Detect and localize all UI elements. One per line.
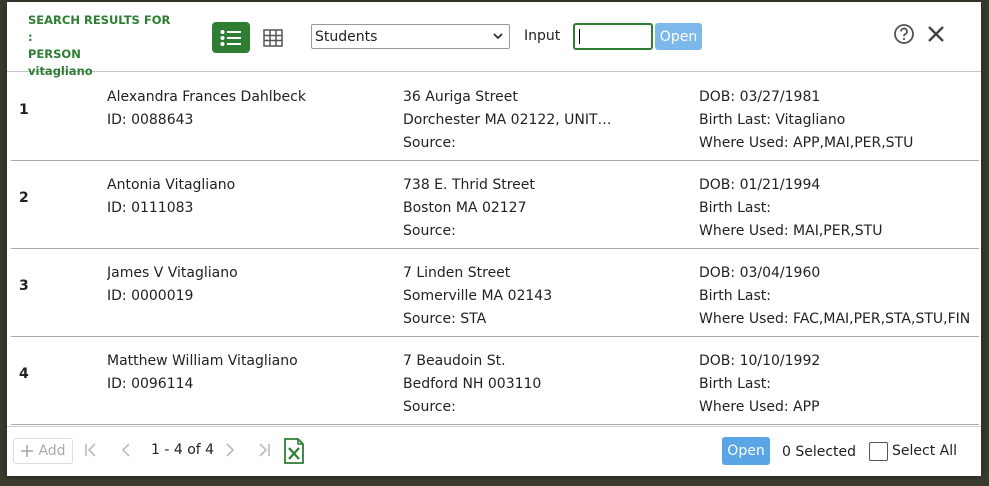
last-page-icon[interactable] xyxy=(255,441,273,459)
address-column: 7 Beaudoin St. Bedford NH 003110 Source: xyxy=(403,350,618,419)
details-column: DOB: 03/04/1960 Birth Last: Where Used: … xyxy=(699,262,970,331)
where-used: Where Used: MAI,PER,STU xyxy=(699,223,883,239)
dob: DOB: 01/21/1994 xyxy=(699,177,821,193)
dialog-header: SEARCH RESULTS FOR : PERSON vitagliano S… xyxy=(7,2,981,78)
address-city: Boston MA 02127 xyxy=(403,200,527,216)
list-view-button[interactable] xyxy=(212,22,250,53)
address-source: Source: xyxy=(403,135,456,151)
address-source: Source: STA xyxy=(403,311,487,327)
page-title: SEARCH RESULTS FOR : PERSON vitagliano xyxy=(28,12,178,80)
row-number: 4 xyxy=(19,366,29,382)
birth-last: Birth Last: xyxy=(699,288,771,304)
grid-view-icon xyxy=(263,28,283,47)
address-city: Bedford NH 003110 xyxy=(403,376,542,392)
results-list: 1 Alexandra Frances Dahlbeck ID: 0088643… xyxy=(11,73,979,425)
person-id: ID: 0096114 xyxy=(107,376,194,392)
address-column: 7 Linden Street Somerville MA 02143 Sour… xyxy=(403,262,618,331)
open-button-top[interactable]: Open xyxy=(655,23,702,50)
category-select-value: Students xyxy=(315,28,378,45)
title-line-2: PERSON xyxy=(28,47,81,61)
chevron-down-icon xyxy=(493,33,503,40)
open-button-bottom[interactable]: Open xyxy=(722,437,770,465)
person-name: Matthew William Vitagliano xyxy=(107,353,298,369)
list-view-icon xyxy=(220,29,241,46)
address-column: 36 Auriga Street Dorchester MA 02122, UN… xyxy=(403,86,618,155)
address-street: 7 Beaudoin St. xyxy=(403,353,506,369)
add-button-label: Add xyxy=(38,443,66,459)
address-city: Somerville MA 02143 xyxy=(403,288,553,304)
person-name: James V Vitagliano xyxy=(107,265,238,281)
pagination-status: 1 - 4 of 4 xyxy=(151,442,215,458)
dob: DOB: 03/04/1960 xyxy=(699,265,821,281)
close-icon[interactable] xyxy=(926,24,946,44)
address-source: Source: xyxy=(403,223,456,239)
list-item[interactable]: 1 Alexandra Frances Dahlbeck ID: 0088643… xyxy=(11,73,979,161)
input-label: Input xyxy=(524,28,561,44)
dialog-footer: Add 1 - 4 of 4 Open 0 Selected Select Al… xyxy=(7,426,981,476)
help-icon[interactable] xyxy=(893,23,915,45)
person-name: Antonia Vitagliano xyxy=(107,177,236,193)
dob: DOB: 10/10/1992 xyxy=(699,353,821,369)
search-input[interactable] xyxy=(573,23,653,50)
birth-last: Birth Last: xyxy=(699,200,771,216)
where-used: Where Used: APP,MAI,PER,STU xyxy=(699,135,914,151)
address-street: 7 Linden Street xyxy=(403,265,511,281)
person-column: Alexandra Frances Dahlbeck ID: 0088643 xyxy=(107,86,306,132)
person-column: Antonia Vitagliano ID: 0111083 xyxy=(107,174,235,220)
add-button[interactable]: Add xyxy=(13,438,73,464)
next-page-icon[interactable] xyxy=(221,441,239,459)
person-name: Alexandra Frances Dahlbeck xyxy=(107,89,306,105)
list-item[interactable]: 2 Antonia Vitagliano ID: 0111083 738 E. … xyxy=(11,161,979,249)
dob: DOB: 03/27/1981 xyxy=(699,89,821,105)
address-street: 738 E. Thrid Street xyxy=(403,177,535,193)
person-column: Matthew William Vitagliano ID: 0096114 xyxy=(107,350,298,396)
search-results-dialog: SEARCH RESULTS FOR : PERSON vitagliano S… xyxy=(7,2,981,476)
details-column: DOB: 01/21/1994 Birth Last: Where Used: … xyxy=(699,174,882,243)
row-number: 3 xyxy=(19,278,29,294)
row-number: 2 xyxy=(19,190,29,206)
list-item[interactable]: 4 Matthew William Vitagliano ID: 0096114… xyxy=(11,337,979,425)
select-all-label[interactable]: Select All xyxy=(892,443,957,459)
excel-export-icon[interactable] xyxy=(283,438,305,464)
person-id: ID: 0088643 xyxy=(107,112,194,128)
where-used: Where Used: FAC,MAI,PER,STA,STU,FIN xyxy=(699,311,971,327)
list-item[interactable]: 3 James V Vitagliano ID: 0000019 7 Linde… xyxy=(11,249,979,337)
address-column: 738 E. Thrid Street Boston MA 02127 Sour… xyxy=(403,174,618,243)
selected-count: 0 Selected xyxy=(782,444,857,460)
person-id: ID: 0111083 xyxy=(107,200,194,216)
address-street: 36 Auriga Street xyxy=(403,89,518,105)
text-caret xyxy=(579,29,580,44)
title-line-1: SEARCH RESULTS FOR : xyxy=(28,13,171,44)
plus-icon xyxy=(21,445,34,457)
where-used: Where Used: APP xyxy=(699,399,820,415)
details-column: DOB: 10/10/1992 Birth Last: Where Used: … xyxy=(699,350,820,419)
prev-page-icon[interactable] xyxy=(117,441,135,459)
birth-last: Birth Last: Vitagliano xyxy=(699,112,846,128)
person-id: ID: 0000019 xyxy=(107,288,194,304)
grid-view-button[interactable] xyxy=(254,22,292,53)
address-city: Dorchester MA 02122, UNITED... xyxy=(403,112,618,128)
birth-last: Birth Last: xyxy=(699,376,771,392)
person-column: James V Vitagliano ID: 0000019 xyxy=(107,262,238,308)
address-source: Source: xyxy=(403,399,456,415)
details-column: DOB: 03/27/1981 Birth Last: Vitagliano W… xyxy=(699,86,913,155)
select-all-checkbox[interactable] xyxy=(869,442,888,461)
first-page-icon[interactable] xyxy=(82,441,100,459)
category-select[interactable]: Students xyxy=(311,24,510,49)
row-number: 1 xyxy=(19,102,29,118)
